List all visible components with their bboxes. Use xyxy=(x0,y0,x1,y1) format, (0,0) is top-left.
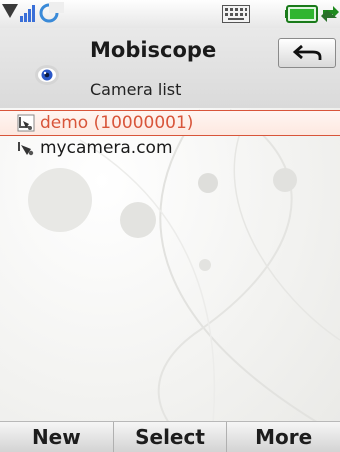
list-item[interactable]: demo (10000001) xyxy=(0,110,340,136)
keyboard-icon xyxy=(222,5,250,23)
battery-icon xyxy=(285,5,318,23)
back-button[interactable] xyxy=(278,38,336,68)
camera-list: demo (10000001) mycamera.com xyxy=(0,110,340,162)
app-title: Mobiscope xyxy=(90,38,217,62)
data-connection-icon xyxy=(39,2,64,23)
page-subtitle: Camera list xyxy=(90,80,182,99)
signal-icon xyxy=(2,4,35,22)
select-softkey[interactable]: Select xyxy=(112,422,227,452)
camera-label: demo (10000001) xyxy=(40,113,194,133)
sync-icon xyxy=(321,6,339,22)
status-bar xyxy=(0,0,340,29)
softkey-bar: New Select More xyxy=(0,421,340,452)
webcam-icon xyxy=(18,142,34,156)
eye-icon xyxy=(35,65,59,85)
list-item[interactable]: mycamera.com xyxy=(0,136,340,162)
more-softkey[interactable]: More xyxy=(226,422,340,452)
webcam-icon xyxy=(17,114,35,132)
phone-screen: Mobiscope Camera list demo (10000001) my… xyxy=(0,0,340,452)
back-arrow-icon xyxy=(293,44,322,60)
new-softkey[interactable]: New xyxy=(0,422,113,452)
app-header: Mobiscope Camera list xyxy=(0,28,340,108)
camera-label: mycamera.com xyxy=(40,138,173,158)
